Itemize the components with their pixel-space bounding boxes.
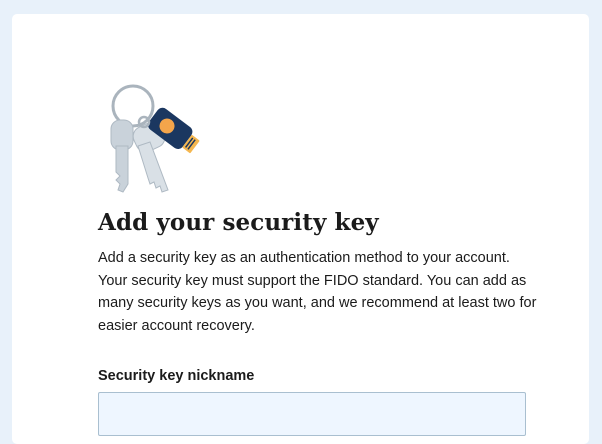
nickname-input[interactable] xyxy=(98,392,526,436)
security-key-icon xyxy=(90,80,200,210)
page-description: Add a security key as an authentication … xyxy=(98,250,537,334)
page-title: Add your security key xyxy=(98,209,379,236)
nickname-label: Security key nickname xyxy=(98,368,255,384)
security-key-card: Add your security key Add a security key… xyxy=(12,14,589,444)
